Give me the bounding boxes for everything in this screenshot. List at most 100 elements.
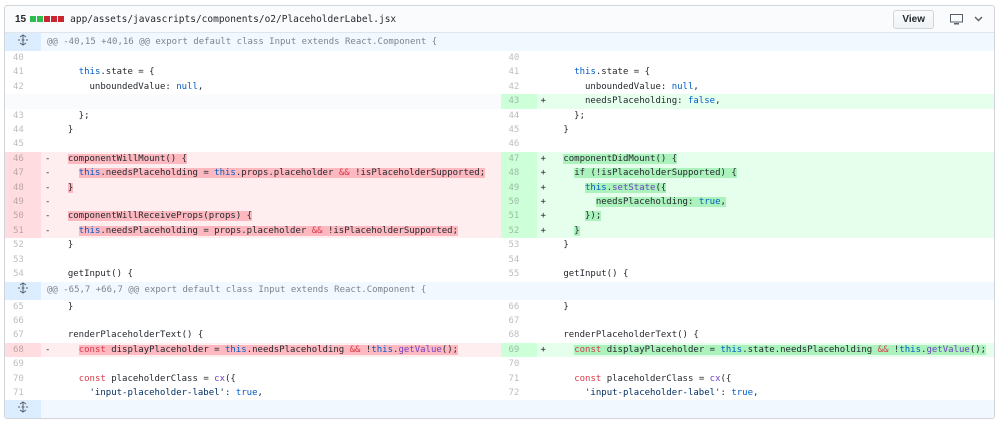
new-code [537, 137, 995, 151]
added-code: + needsPlaceholding: true, [536, 195, 994, 210]
new-code: getInput() { [552, 269, 629, 280]
new-line-number[interactable]: 72 [501, 386, 537, 400]
context-row: 66 67 [5, 314, 995, 328]
old-code [41, 51, 501, 65]
new-line-number[interactable]: 47 [500, 151, 537, 167]
new-line-number[interactable]: 54 [501, 253, 537, 267]
change-row: 46- componentWillMount() {47 + componentD… [5, 151, 994, 167]
context-row: 54 getInput() {55 getInput() { [5, 267, 994, 281]
empty-line-number[interactable] [5, 94, 41, 109]
new-line-number[interactable]: 50 [500, 195, 537, 210]
old-line-number[interactable]: 67 [5, 328, 41, 342]
deleted-code: - componentWillMount() { [41, 151, 501, 167]
deleted-code: - this.needsPlaceholding = this.props.pl… [41, 166, 501, 181]
old-line-number[interactable]: 53 [5, 253, 41, 267]
new-line-number[interactable]: 53 [501, 238, 537, 252]
new-line-number[interactable]: 48 [500, 166, 537, 181]
unfold-icon[interactable] [5, 33, 41, 51]
change-row: 48- } 49 + this.setState({ [5, 180, 994, 196]
new-line-number[interactable]: 46 [501, 137, 537, 151]
old-line-number[interactable]: 69 [5, 357, 41, 371]
new-code: + needsPlaceholding: false, [536, 94, 994, 109]
old-code: this.state = { [78, 67, 155, 78]
old-line-number[interactable]: 44 [5, 123, 41, 137]
old-line-number[interactable]: 43 [5, 109, 41, 123]
old-line-number[interactable]: 54 [5, 267, 41, 281]
changes-count: 15 [15, 13, 27, 25]
hunk-footer-fill [41, 400, 994, 419]
context-row: 42 unboundedValue: null, 42 unboundedValu… [5, 80, 994, 94]
old-line-number[interactable]: 40 [5, 51, 41, 65]
diffstat-block [58, 16, 65, 22]
context-row: 65 } 66 } [5, 300, 994, 314]
new-line-number[interactable]: 71 [501, 372, 537, 386]
new-code [537, 51, 995, 65]
new-line-number[interactable]: 66 [501, 300, 537, 314]
context-row: 53 54 [5, 253, 994, 267]
context-row: 52 } 53 } [5, 238, 994, 252]
unfold-icon[interactable] [5, 400, 41, 419]
old-line-number[interactable]: 70 [5, 372, 41, 386]
old-code [41, 253, 501, 267]
new-line-number[interactable]: 45 [501, 123, 537, 137]
old-line-number[interactable]: 71 [5, 386, 41, 400]
old-line-number[interactable]: 50 [5, 209, 41, 224]
diff-table: @@ -40,15 +40,16 @@ export default class… [5, 33, 995, 419]
change-row: 49-50 + needsPlaceholding: true, [5, 195, 994, 210]
hunk-footer [5, 400, 994, 419]
old-code [41, 357, 501, 371]
new-line-number[interactable]: 69 [500, 342, 537, 358]
added-code: + const displayPlaceholder = this.state.… [536, 342, 994, 358]
old-line-number[interactable]: 66 [5, 314, 41, 328]
new-line-number[interactable]: 55 [501, 267, 537, 281]
old-line-number[interactable]: 45 [5, 137, 41, 151]
hunk-header: @@ -40,15 +40,16 @@ export default class… [5, 33, 994, 51]
diffstat-block [37, 16, 44, 22]
change-row: 68- const displayPlaceholder = this.need… [5, 342, 994, 358]
old-code: const placeholderClass = cx({ [78, 373, 236, 384]
chevron-down-icon[interactable] [970, 12, 986, 26]
old-line-number[interactable]: 52 [5, 238, 41, 252]
new-code: const placeholderClass = cx({ [574, 373, 732, 384]
diff-file: 15 app/assets/javascripts/components/o2/… [4, 5, 995, 420]
old-line-number[interactable]: 49 [5, 195, 41, 210]
diffstat-block [44, 16, 51, 22]
new-line-number[interactable]: 52 [500, 223, 537, 239]
new-line-number[interactable]: 70 [501, 357, 537, 371]
new-line-number[interactable]: 43 [500, 94, 537, 109]
change-row: 51- this.needsPlaceholding = props.place… [5, 223, 994, 239]
context-row: 71 'input-placeholder-label': true, 72 'i… [5, 386, 994, 400]
added-code: + if (!isPlaceholderSupported) { [536, 166, 994, 181]
new-line-number[interactable]: 49 [500, 180, 537, 196]
new-code [537, 314, 995, 328]
new-line-number[interactable]: 68 [501, 328, 537, 342]
old-code [41, 314, 501, 328]
old-line-number[interactable]: 51 [5, 223, 41, 239]
added-code: + } [536, 223, 994, 239]
empty-code [41, 94, 501, 109]
old-line-number[interactable]: 65 [5, 300, 41, 314]
display-icon[interactable] [948, 12, 964, 26]
old-line-number[interactable]: 68 [5, 342, 41, 358]
new-line-number[interactable]: 40 [501, 51, 537, 65]
old-line-number[interactable]: 41 [5, 65, 41, 79]
file-path[interactable]: app/assets/javascripts/components/o2/Pla… [70, 14, 396, 25]
new-code: renderPlaceholderText() { [552, 330, 699, 341]
new-line-number[interactable]: 44 [501, 109, 537, 123]
old-code: } [57, 240, 74, 251]
addition-row: 43 + needsPlaceholding: false, [5, 94, 994, 109]
view-file-button[interactable]: View [893, 9, 934, 29]
new-line-number[interactable]: 67 [501, 314, 537, 328]
new-line-number[interactable]: 41 [501, 65, 537, 79]
new-code: }; [552, 110, 586, 121]
context-row: 40 40 [5, 51, 995, 65]
new-code: 'input-placeholder-label': true, [585, 387, 759, 398]
old-line-number[interactable]: 46 [5, 151, 41, 167]
new-line-number[interactable]: 51 [500, 209, 537, 224]
context-row: 67 renderPlaceholderText() {68 renderPla… [5, 328, 994, 342]
old-line-number[interactable]: 42 [5, 80, 41, 94]
old-line-number[interactable]: 48 [5, 180, 41, 196]
unfold-icon[interactable] [5, 281, 41, 300]
old-line-number[interactable]: 47 [5, 166, 41, 181]
new-line-number[interactable]: 42 [501, 80, 537, 94]
